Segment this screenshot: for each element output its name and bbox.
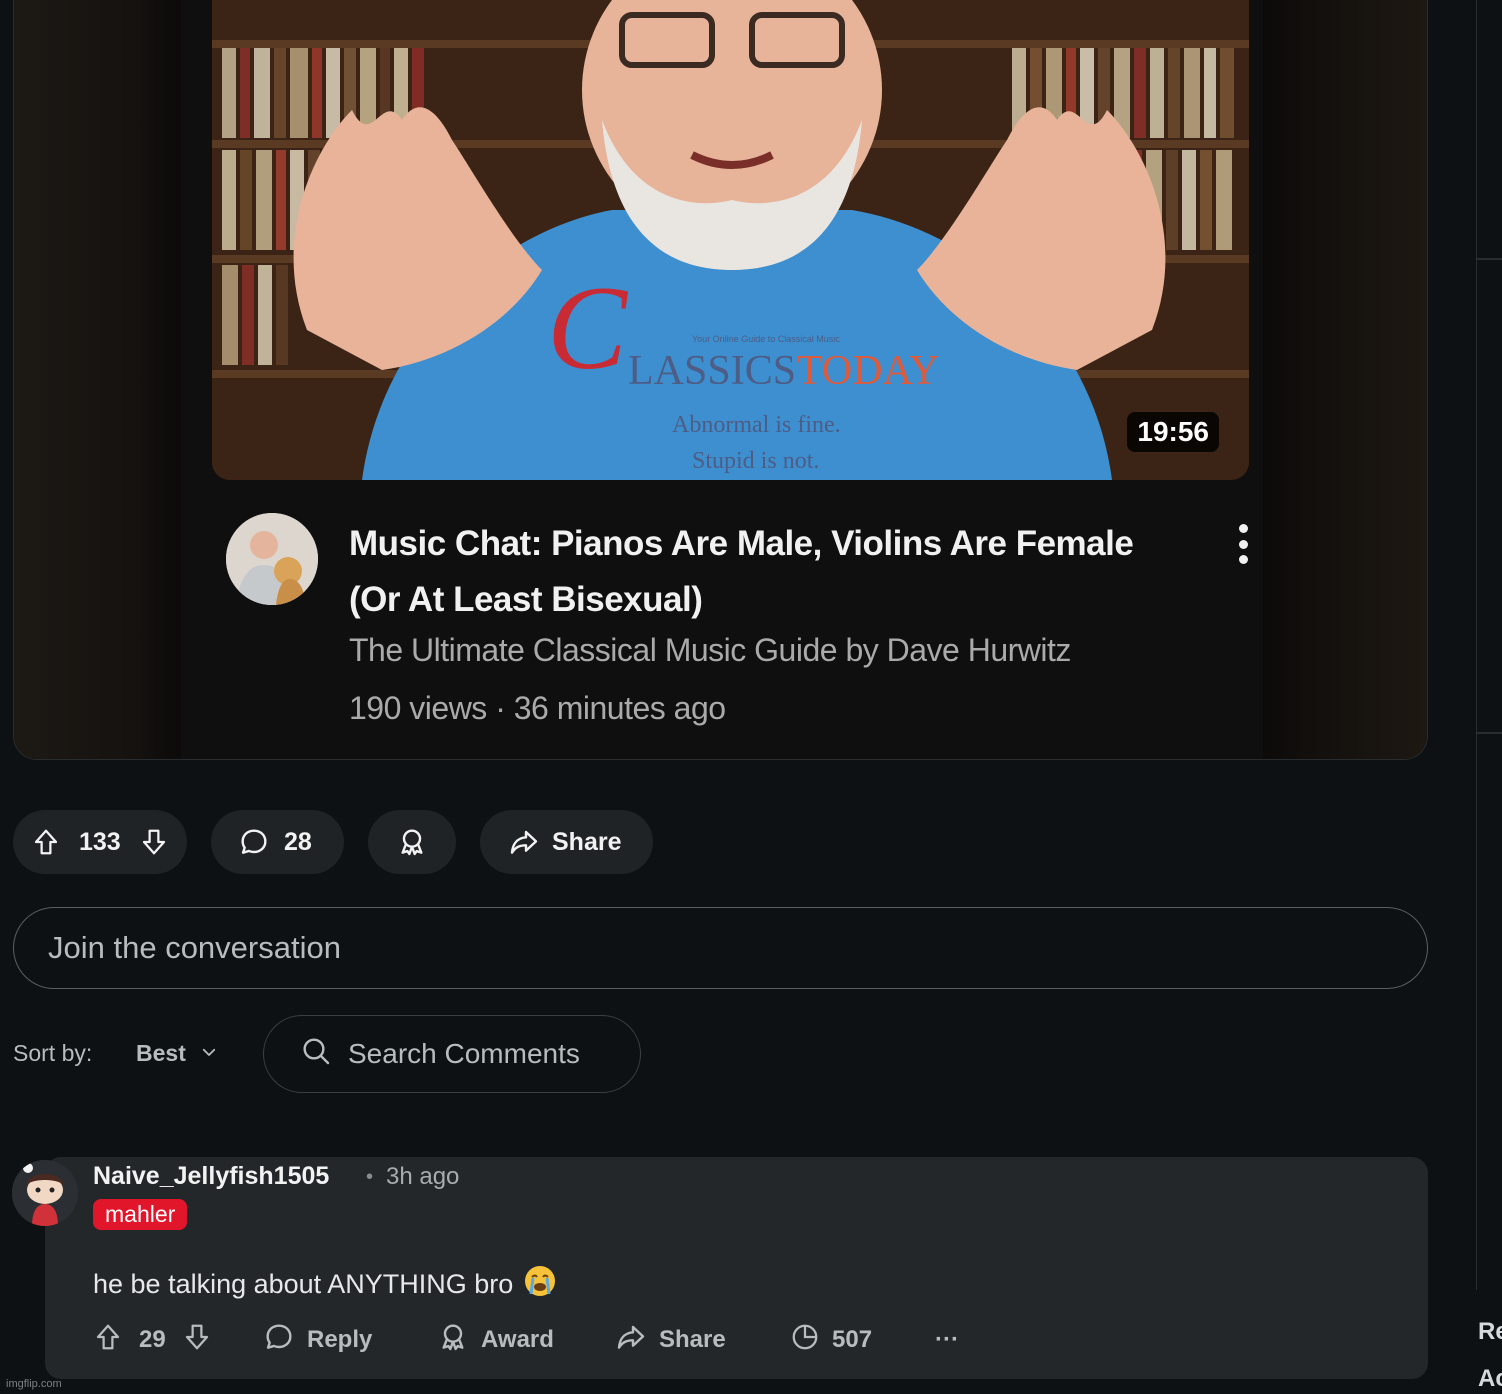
rail-divider xyxy=(1476,258,1502,260)
loudly-crying-emoji-icon xyxy=(523,1264,557,1305)
award-button[interactable] xyxy=(368,810,456,874)
video-meta: 190 views · 36 minutes ago xyxy=(349,690,726,726)
share-icon xyxy=(508,826,540,858)
downvote-icon[interactable] xyxy=(139,827,169,857)
upvote-icon[interactable] xyxy=(93,1322,123,1359)
shirt-print-tagline2: Stupid is not. xyxy=(692,448,819,474)
shirt-print-classics: LASSICS xyxy=(628,348,796,394)
comment-separator: • xyxy=(366,1166,374,1188)
user-flair-badge: mahler xyxy=(93,1199,188,1230)
search-icon xyxy=(300,1035,332,1074)
video-duration: 19:56 xyxy=(1127,412,1219,452)
comment-author[interactable]: Naive_Jellyfish1505 xyxy=(93,1162,329,1191)
reply-button[interactable]: Reply xyxy=(263,1318,372,1362)
video-thumbnail-image: C LASSICS TODAY Your Online Guide to Cla… xyxy=(212,0,1249,480)
svg-text:C: C xyxy=(547,261,629,394)
rail-text-2[interactable]: Ac xyxy=(1478,1365,1502,1393)
comment-timestamp[interactable]: 3h ago xyxy=(386,1163,459,1191)
comment-icon xyxy=(238,826,270,858)
reply-label: Reply xyxy=(307,1326,373,1353)
more-options-icon: ··· xyxy=(935,1326,959,1353)
channel-avatar[interactable] xyxy=(226,513,318,605)
vote-count: 133 xyxy=(79,827,121,856)
video-title[interactable]: Music Chat: Pianos Are Male, Violins Are… xyxy=(349,516,1169,628)
watermark: imgflip.com xyxy=(6,1378,62,1390)
channel-avatar-image xyxy=(226,513,318,605)
video-thumbnail[interactable]: C LASSICS TODAY Your Online Guide to Cla… xyxy=(212,0,1249,480)
sort-value: Best xyxy=(136,1040,186,1066)
media-card[interactable]: C LASSICS TODAY Your Online Guide to Cla… xyxy=(13,0,1428,760)
comments-button[interactable]: 28 xyxy=(211,810,344,874)
downvote-icon[interactable] xyxy=(182,1322,212,1359)
shirt-print-dotcom: .com xyxy=(872,397,902,413)
composer-placeholder: Join the conversation xyxy=(48,930,341,965)
upvote-icon[interactable] xyxy=(31,827,61,857)
shirt-print-tagline1: Abnormal is fine. xyxy=(672,412,841,438)
vote-pill: 133 xyxy=(13,810,187,874)
share-icon xyxy=(615,1321,647,1360)
comments-count: 28 xyxy=(284,827,312,856)
comment-actions: 29 Reply Award Share 507 ··· xyxy=(93,1318,993,1362)
more-options-button[interactable]: ··· xyxy=(935,1318,959,1362)
youtube-embed[interactable]: C LASSICS TODAY Your Online Guide to Cla… xyxy=(181,0,1263,759)
rail-divider xyxy=(1476,732,1502,734)
rail-border xyxy=(1476,0,1477,1290)
comment-body: he be talking about ANYTHING bro xyxy=(93,1264,557,1305)
share-label: Share xyxy=(552,827,622,856)
award-icon xyxy=(437,1321,469,1360)
commenter-avatar[interactable] xyxy=(12,1160,78,1226)
video-channel[interactable]: The Ultimate Classical Music Guide by Da… xyxy=(349,632,1071,669)
pie-chart-icon xyxy=(790,1322,820,1359)
insights-button[interactable]: 507 xyxy=(790,1318,872,1362)
chevron-down-icon xyxy=(200,1040,218,1067)
media-blur-right xyxy=(1257,0,1427,759)
media-blur-left xyxy=(14,0,184,759)
comment-text: he be talking about ANYTHING bro xyxy=(93,1269,514,1299)
snoo-avatar-icon xyxy=(12,1160,78,1226)
rail-text-1[interactable]: Re xyxy=(1478,1318,1502,1346)
share-button[interactable]: Share xyxy=(480,810,653,874)
sort-label: Sort by: xyxy=(13,1040,93,1066)
award-label: Award xyxy=(481,1326,554,1353)
shirt-print-today: TODAY xyxy=(797,348,939,394)
reply-icon xyxy=(263,1321,295,1360)
shirt-print-small: Your Online Guide to Classical Music xyxy=(692,334,840,344)
award-comment-button[interactable]: Award xyxy=(437,1318,554,1362)
award-icon xyxy=(396,826,428,858)
sort-dropdown[interactable]: Best xyxy=(136,1040,218,1067)
comment-vote-count: 29 xyxy=(139,1326,166,1353)
comment-composer[interactable]: Join the conversation xyxy=(13,907,1428,989)
insights-count: 507 xyxy=(832,1326,873,1353)
more-options-icon[interactable] xyxy=(1231,520,1255,568)
share-comment-button[interactable]: Share xyxy=(615,1318,726,1362)
share-comment-label: Share xyxy=(659,1326,726,1353)
search-comments-input[interactable]: Search Comments xyxy=(263,1015,641,1093)
search-placeholder: Search Comments xyxy=(348,1038,580,1069)
comment-vote: 29 xyxy=(93,1318,212,1362)
